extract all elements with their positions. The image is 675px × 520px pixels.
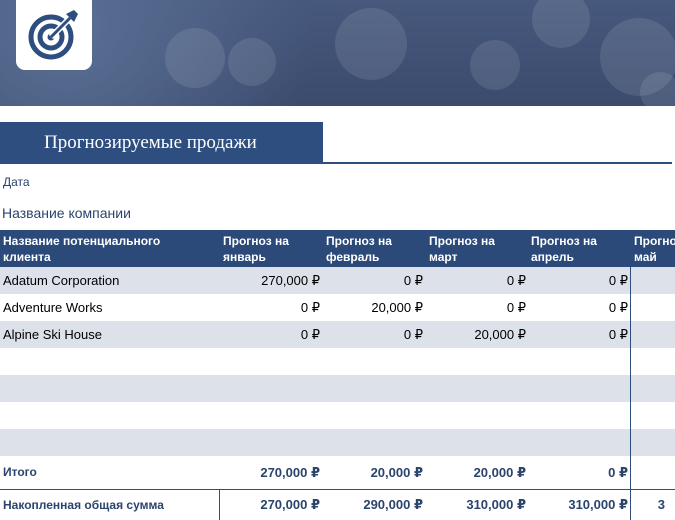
march-value[interactable]: 0 ₽: [431, 273, 526, 289]
header-may[interactable]: Прогноз на май: [634, 233, 675, 265]
total-march[interactable]: 20,000 ₽: [431, 465, 526, 481]
cumulative-march[interactable]: 310,000 ₽: [431, 497, 526, 513]
february-value[interactable]: 0 ₽: [328, 273, 423, 289]
table-row: Adatum Corporation 270,000 ₽ 0 ₽ 0 ₽ 0 ₽: [0, 267, 675, 294]
cumulative-january[interactable]: 270,000 ₽: [225, 497, 320, 513]
april-value[interactable]: 0 ₽: [533, 300, 628, 316]
page-title: Прогнозируемые продажи: [44, 132, 257, 153]
total-february[interactable]: 20,000 ₽: [328, 465, 423, 481]
column-border: [630, 267, 631, 520]
total-label: Итого: [3, 465, 37, 479]
target-with-arrow-icon: [28, 10, 78, 60]
header-january[interactable]: Прогноз на январь: [223, 233, 313, 265]
column-border: [219, 489, 220, 520]
company-name-label[interactable]: Название компании: [2, 205, 131, 221]
march-value[interactable]: 20,000 ₽: [431, 327, 526, 343]
april-value[interactable]: 0 ₽: [533, 327, 628, 343]
date-label[interactable]: Дата: [3, 175, 30, 189]
cumulative-may[interactable]: 3: [570, 497, 665, 512]
table-row: Adventure Works 0 ₽ 20,000 ₽ 0 ₽ 0 ₽: [0, 294, 675, 321]
total-january[interactable]: 270,000 ₽: [225, 465, 320, 481]
cumulative-divider: [0, 489, 675, 490]
title-underline: [0, 162, 672, 164]
logo: [16, 0, 92, 70]
header-february[interactable]: Прогноз на февраль: [326, 233, 416, 265]
empty-row[interactable]: [0, 375, 675, 402]
cumulative-february[interactable]: 290,000 ₽: [328, 497, 423, 513]
title-bar: Прогнозируемые продажи: [0, 122, 323, 164]
header-march[interactable]: Прогноз на март: [429, 233, 519, 265]
cumulative-label: Накопленная общая сумма: [3, 498, 164, 512]
january-value[interactable]: 0 ₽: [225, 327, 320, 343]
client-name-cell[interactable]: Adventure Works: [3, 300, 102, 315]
client-name-cell[interactable]: Alpine Ski House: [3, 327, 102, 342]
empty-row[interactable]: [0, 429, 675, 456]
empty-row[interactable]: [0, 348, 675, 375]
empty-row[interactable]: [0, 402, 675, 429]
february-value[interactable]: 20,000 ₽: [328, 300, 423, 316]
april-value[interactable]: 0 ₽: [533, 273, 628, 289]
header-april[interactable]: Прогноз на апрель: [531, 233, 621, 265]
header-client-name[interactable]: Название потенциального клиента: [3, 233, 198, 265]
january-value[interactable]: 270,000 ₽: [225, 273, 320, 289]
february-value[interactable]: 0 ₽: [328, 327, 423, 343]
march-value[interactable]: 0 ₽: [431, 300, 526, 316]
table-header-row: Название потенциального клиента Прогноз …: [0, 230, 675, 267]
total-april[interactable]: 0 ₽: [533, 465, 628, 481]
table-row: Alpine Ski House 0 ₽ 0 ₽ 20,000 ₽ 0 ₽: [0, 321, 675, 348]
client-name-cell[interactable]: Adatum Corporation: [3, 273, 119, 288]
header-banner: [0, 0, 675, 106]
january-value[interactable]: 0 ₽: [225, 300, 320, 316]
